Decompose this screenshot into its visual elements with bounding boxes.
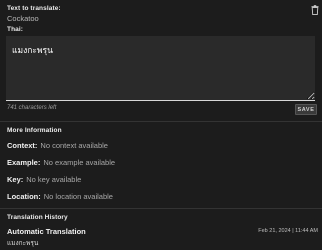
info-row-location: Location: No location available [7, 192, 113, 201]
info-value: No example available [43, 158, 116, 167]
source-text: Cockatoo [7, 14, 39, 23]
info-value: No key available [26, 175, 82, 184]
info-value: No context available [40, 141, 108, 150]
info-value: No location available [43, 192, 113, 201]
more-info-heading: More Information [7, 127, 62, 134]
history-entry-title: Automatic Translation [7, 227, 86, 236]
divider [0, 208, 322, 209]
info-row-key: Key: No key available [7, 175, 81, 184]
history-entry-date: Feb 21, 2024 | 11:44 AM [258, 228, 318, 234]
info-key: Context: [7, 141, 38, 150]
info-row-example: Example: No example available [7, 158, 115, 167]
divider [0, 121, 322, 122]
target-language-label: Thai: [7, 26, 24, 33]
info-key: Location: [7, 192, 41, 201]
trash-icon[interactable] [311, 5, 319, 15]
translation-textarea[interactable] [6, 36, 315, 101]
info-key: Key: [7, 175, 24, 184]
history-heading: Translation History [7, 214, 68, 221]
char-count: 741 characters left [7, 105, 57, 111]
source-label: Text to translate: [7, 5, 61, 12]
info-row-context: Context: No context available [7, 141, 108, 150]
save-button[interactable]: SAVE [295, 104, 317, 115]
info-key: Example: [7, 158, 41, 167]
translation-panel: Text to translate: Cockatoo Thai: 741 ch… [0, 0, 322, 250]
history-entry-text: แมงกะพรุน [7, 239, 39, 247]
